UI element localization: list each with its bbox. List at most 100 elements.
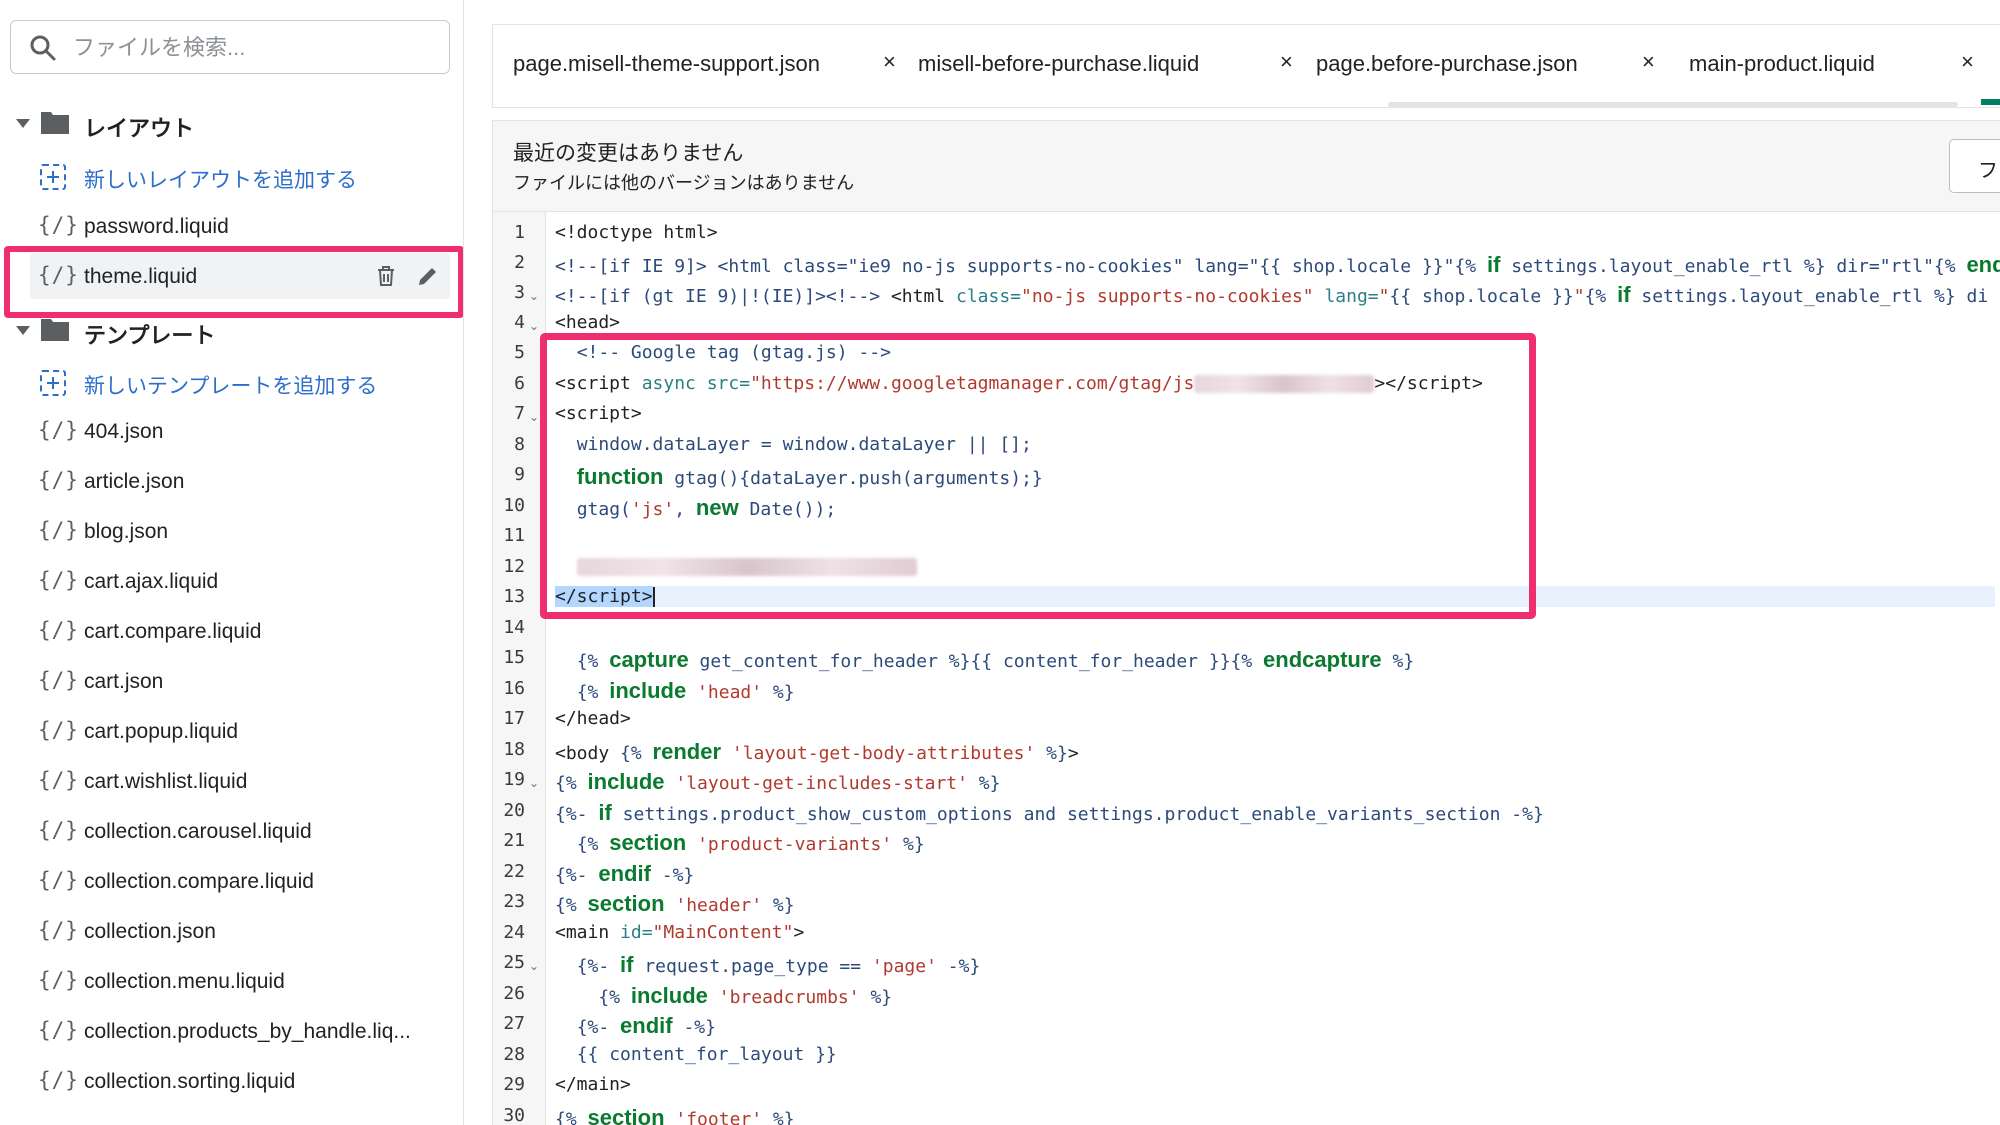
code-file-icon: {/} bbox=[38, 1018, 79, 1042]
code-line: <!--[if IE 9]> <html class="ie9 no-js su… bbox=[555, 252, 2000, 277]
code-line-active: </script> bbox=[555, 586, 1995, 607]
fold-toggle-icon[interactable]: ⌄ bbox=[529, 319, 539, 333]
tab-main-product[interactable]: main-product.liquid × bbox=[1669, 25, 2000, 107]
code-file-icon: {/} bbox=[38, 918, 79, 942]
code-line: window.dataLayer = window.dataLayer || [… bbox=[576, 434, 1032, 455]
close-icon[interactable]: × bbox=[1961, 49, 1974, 75]
code-line: gtag('js', new Date()); bbox=[576, 495, 837, 520]
add-template-link[interactable]: 新しいテンプレートを追加する bbox=[0, 358, 463, 404]
line-number: 12 bbox=[503, 556, 525, 577]
line-number: 3 bbox=[514, 282, 525, 303]
file-item[interactable]: {/} cart.compare.liquid bbox=[0, 608, 463, 654]
folder-label: テンプレート bbox=[84, 323, 216, 348]
line-number: 4 bbox=[514, 312, 525, 333]
tab-misell-before-purchase[interactable]: misell-before-purchase.liquid × bbox=[898, 25, 1293, 107]
add-template-label: 新しいテンプレートを追加する bbox=[84, 375, 378, 398]
file-item[interactable]: {/} password.liquid bbox=[0, 203, 463, 249]
file-label: cart.popup.liquid bbox=[84, 720, 239, 743]
folder-template[interactable]: テンプレート bbox=[0, 308, 463, 352]
file-label: collection.carousel.liquid bbox=[84, 820, 312, 843]
file-item[interactable]: {/} cart.wishlist.liquid bbox=[0, 758, 463, 804]
file-item[interactable]: {/} collection.sorting.liquid bbox=[0, 1058, 463, 1104]
close-icon[interactable]: × bbox=[883, 49, 896, 75]
file-item[interactable]: {/} collection.products_by_handle.liq... bbox=[0, 1008, 463, 1054]
code-file-icon: {/} bbox=[38, 618, 79, 642]
file-label: article.json bbox=[84, 470, 185, 493]
folder-icon bbox=[41, 319, 69, 341]
line-number: 21 bbox=[503, 830, 525, 851]
tab-page-misell-theme-support[interactable]: page.misell-theme-support.json × bbox=[493, 25, 913, 107]
line-number: 25 bbox=[503, 952, 525, 973]
trash-icon[interactable] bbox=[374, 264, 398, 288]
code-line: </main> bbox=[555, 1074, 631, 1095]
code-file-icon: {/} bbox=[38, 1068, 79, 1092]
version-button[interactable]: フ bbox=[1949, 139, 2000, 193]
fold-toggle-icon[interactable]: ⌄ bbox=[529, 776, 539, 790]
code-line: <head> bbox=[555, 312, 621, 333]
tab-page-before-purchase[interactable]: page.before-purchase.json × bbox=[1296, 25, 1676, 107]
code-line: {% capture get_content_for_header %}{{ c… bbox=[576, 647, 1415, 672]
file-sidebar: レイアウト 新しいレイアウトを追加する {/} password.liquid … bbox=[0, 0, 464, 1125]
line-number: 2 bbox=[514, 252, 525, 273]
line-number: 10 bbox=[503, 495, 525, 516]
code-file-icon: {/} bbox=[38, 868, 79, 892]
file-search[interactable] bbox=[10, 20, 450, 75]
file-label: collection.sorting.liquid bbox=[84, 1070, 296, 1093]
chevron-down-icon[interactable] bbox=[16, 119, 30, 128]
line-number: 5 bbox=[514, 342, 525, 363]
file-label: cart.json bbox=[84, 670, 164, 693]
code-line: {% include 'head' %} bbox=[576, 678, 795, 703]
code-line: {% section 'header' %} bbox=[555, 891, 795, 916]
fold-toggle-icon[interactable]: ⌄ bbox=[529, 410, 539, 424]
line-number: 26 bbox=[503, 983, 525, 1004]
tab-scrollbar[interactable] bbox=[1388, 102, 1958, 107]
add-file-icon bbox=[40, 370, 66, 396]
tab-label: page.before-purchase.json bbox=[1316, 51, 1578, 76]
code-line: {%- if settings.product_show_custom_opti… bbox=[555, 800, 1544, 825]
line-number: 23 bbox=[503, 891, 525, 912]
code-line: <main id="MainContent"> bbox=[555, 922, 805, 943]
line-number: 15 bbox=[503, 647, 525, 668]
version-bar: 最近の変更はありません ファイルには他のバージョンはありません フ bbox=[492, 120, 2000, 212]
file-item[interactable]: {/} collection.menu.liquid bbox=[0, 958, 463, 1004]
editor-tabs: page.misell-theme-support.json × misell-… bbox=[492, 24, 2000, 108]
tab-label: page.misell-theme-support.json bbox=[513, 51, 820, 76]
line-number: 22 bbox=[503, 861, 525, 882]
file-item[interactable]: {/} article.json bbox=[0, 458, 463, 504]
file-item[interactable]: {/} collection.carousel.liquid bbox=[0, 808, 463, 854]
file-item[interactable]: {/} collection.compare.liquid bbox=[0, 858, 463, 904]
edit-pencil-icon[interactable] bbox=[416, 264, 440, 288]
code-line: </head> bbox=[555, 708, 631, 729]
file-label: collection.menu.liquid bbox=[84, 970, 285, 993]
line-number: 6 bbox=[514, 373, 525, 394]
file-item-active[interactable]: {/} theme.liquid bbox=[30, 253, 450, 299]
fold-toggle-icon[interactable]: ⌄ bbox=[529, 959, 539, 973]
line-number: 1 bbox=[514, 222, 525, 243]
folder-layout[interactable]: レイアウト bbox=[0, 101, 463, 145]
search-input[interactable] bbox=[71, 21, 435, 75]
file-item[interactable]: {/} collection.json bbox=[0, 908, 463, 954]
code-line: <!doctype html> bbox=[555, 222, 718, 243]
close-icon[interactable]: × bbox=[1642, 49, 1655, 75]
code-line: {{ content_for_layout }} bbox=[576, 1044, 837, 1065]
line-number: 17 bbox=[503, 708, 525, 729]
code-line: function gtag(){dataLayer.push(arguments… bbox=[576, 464, 1043, 489]
line-number: 7 bbox=[514, 403, 525, 424]
file-item[interactable]: {/} 404.json bbox=[0, 408, 463, 454]
tab-label: misell-before-purchase.liquid bbox=[918, 51, 1200, 76]
line-number: 18 bbox=[503, 739, 525, 760]
file-item[interactable]: {/} blog.json bbox=[0, 508, 463, 554]
add-layout-link[interactable]: 新しいレイアウトを追加する bbox=[0, 152, 463, 198]
line-number: 8 bbox=[514, 434, 525, 455]
code-file-icon: {/} bbox=[38, 263, 79, 287]
code-file-icon: {/} bbox=[38, 768, 79, 792]
fold-toggle-icon[interactable]: ⌄ bbox=[529, 289, 539, 303]
file-item[interactable]: {/} cart.popup.liquid bbox=[0, 708, 463, 754]
chevron-down-icon[interactable] bbox=[16, 326, 30, 335]
code-editor[interactable]: 1 2 3 4 5 6 7 8 9 10 11 12 13 14 15 16 1… bbox=[492, 212, 2000, 1125]
close-icon[interactable]: × bbox=[1280, 49, 1293, 75]
file-label: theme.liquid bbox=[84, 265, 198, 288]
code-line: {%- endif -%} bbox=[576, 1013, 716, 1038]
file-item[interactable]: {/} cart.ajax.liquid bbox=[0, 558, 463, 604]
file-item[interactable]: {/} cart.json bbox=[0, 658, 463, 704]
